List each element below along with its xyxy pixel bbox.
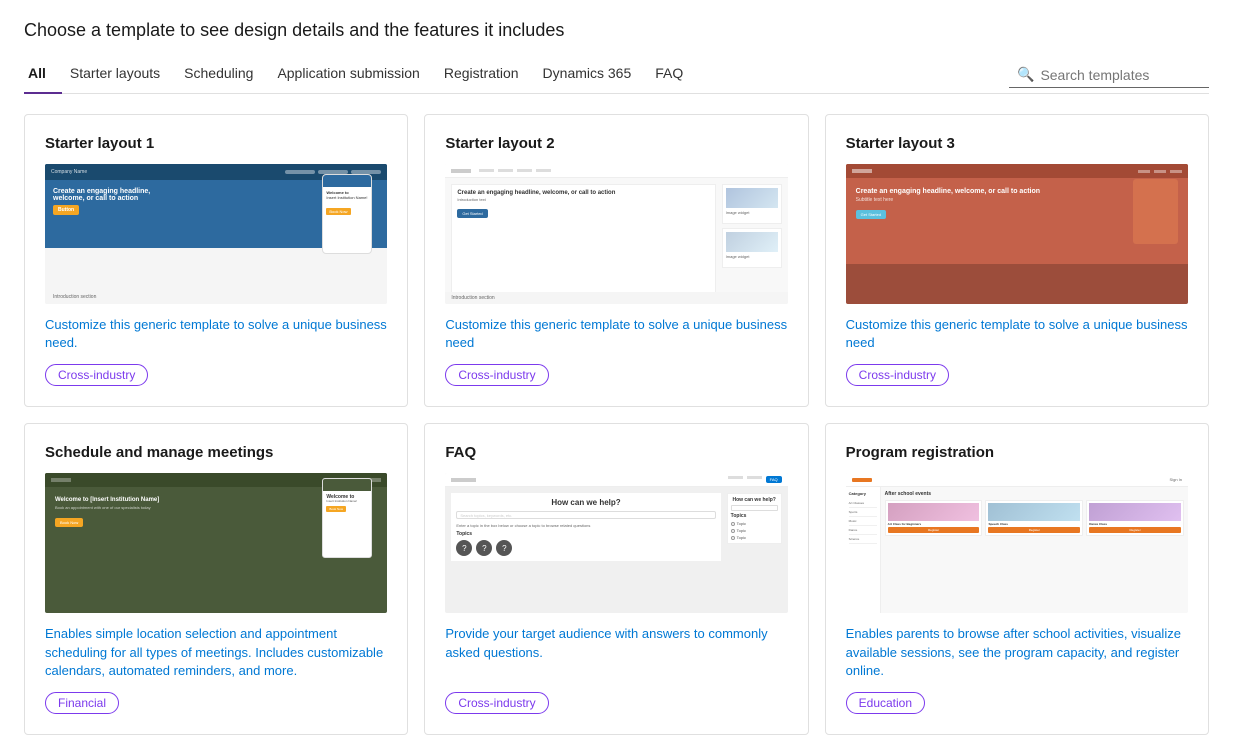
card-title: FAQ — [445, 444, 787, 461]
template-card-starter-layout-3[interactable]: Starter layout 3 Create an engaging head… — [825, 114, 1209, 407]
page-title: Choose a template to see design details … — [24, 20, 1209, 41]
page-container: Choose a template to see design details … — [0, 0, 1233, 755]
card-title: Schedule and manage meetings — [45, 444, 387, 461]
template-card-program-registration[interactable]: Program registration Sign In Category Ar… — [825, 423, 1209, 735]
card-title: Program registration — [846, 444, 1188, 461]
search-input[interactable] — [1040, 67, 1200, 83]
tab-faq[interactable]: FAQ — [647, 57, 699, 93]
card-tag: Cross-industry — [45, 364, 148, 386]
card-tag: Financial — [45, 692, 119, 714]
tab-application-submission[interactable]: Application submission — [269, 57, 435, 93]
card-preview: Create an engaging headline, welcome, or… — [846, 164, 1188, 304]
card-tag: Cross-industry — [846, 364, 949, 386]
card-description: Provide your target audience with answer… — [445, 625, 787, 680]
card-tag: Cross-industry — [445, 692, 548, 714]
card-description: Customize this generic template to solve… — [45, 316, 387, 352]
tab-starter-layouts[interactable]: Starter layouts — [62, 57, 176, 93]
template-card-schedule-meetings[interactable]: Schedule and manage meetings Welcome to … — [24, 423, 408, 735]
search-container: 🔍 — [1009, 62, 1209, 88]
template-card-faq[interactable]: FAQ FAQ How can we help? Search topics, … — [424, 423, 808, 735]
card-description: Customize this generic template to solve… — [445, 316, 787, 352]
card-preview: Company Name Create an engaging headline… — [45, 164, 387, 304]
nav-tabs: All Starter layouts Scheduling Applicati… — [24, 57, 1009, 93]
templates-grid: Starter layout 1 Company Name Create an … — [24, 114, 1209, 735]
card-title: Starter layout 3 — [846, 135, 1188, 152]
search-icon: 🔍 — [1017, 66, 1034, 83]
card-title: Starter layout 1 — [45, 135, 387, 152]
tab-registration[interactable]: Registration — [436, 57, 535, 93]
tab-scheduling[interactable]: Scheduling — [176, 57, 269, 93]
template-card-starter-layout-1[interactable]: Starter layout 1 Company Name Create an … — [24, 114, 408, 407]
card-title: Starter layout 2 — [445, 135, 787, 152]
card-preview: Welcome to [Insert Institution Name] Boo… — [45, 473, 387, 613]
card-preview: Create an engaging headline, welcome, or… — [445, 164, 787, 304]
tab-dynamics-365[interactable]: Dynamics 365 — [535, 57, 648, 93]
tab-all[interactable]: All — [24, 57, 62, 93]
nav-bar: All Starter layouts Scheduling Applicati… — [24, 57, 1209, 94]
card-preview: FAQ How can we help? Search topics, keyw… — [445, 473, 787, 613]
template-card-starter-layout-2[interactable]: Starter layout 2 Create an engaging head… — [424, 114, 808, 407]
card-description: Enables simple location selection and ap… — [45, 625, 387, 680]
card-tag: Education — [846, 692, 925, 714]
card-description: Enables parents to browse after school a… — [846, 625, 1188, 680]
card-preview: Sign In Category Art Classes Sports Musi… — [846, 473, 1188, 613]
card-tag: Cross-industry — [445, 364, 548, 386]
card-description: Customize this generic template to solve… — [846, 316, 1188, 352]
